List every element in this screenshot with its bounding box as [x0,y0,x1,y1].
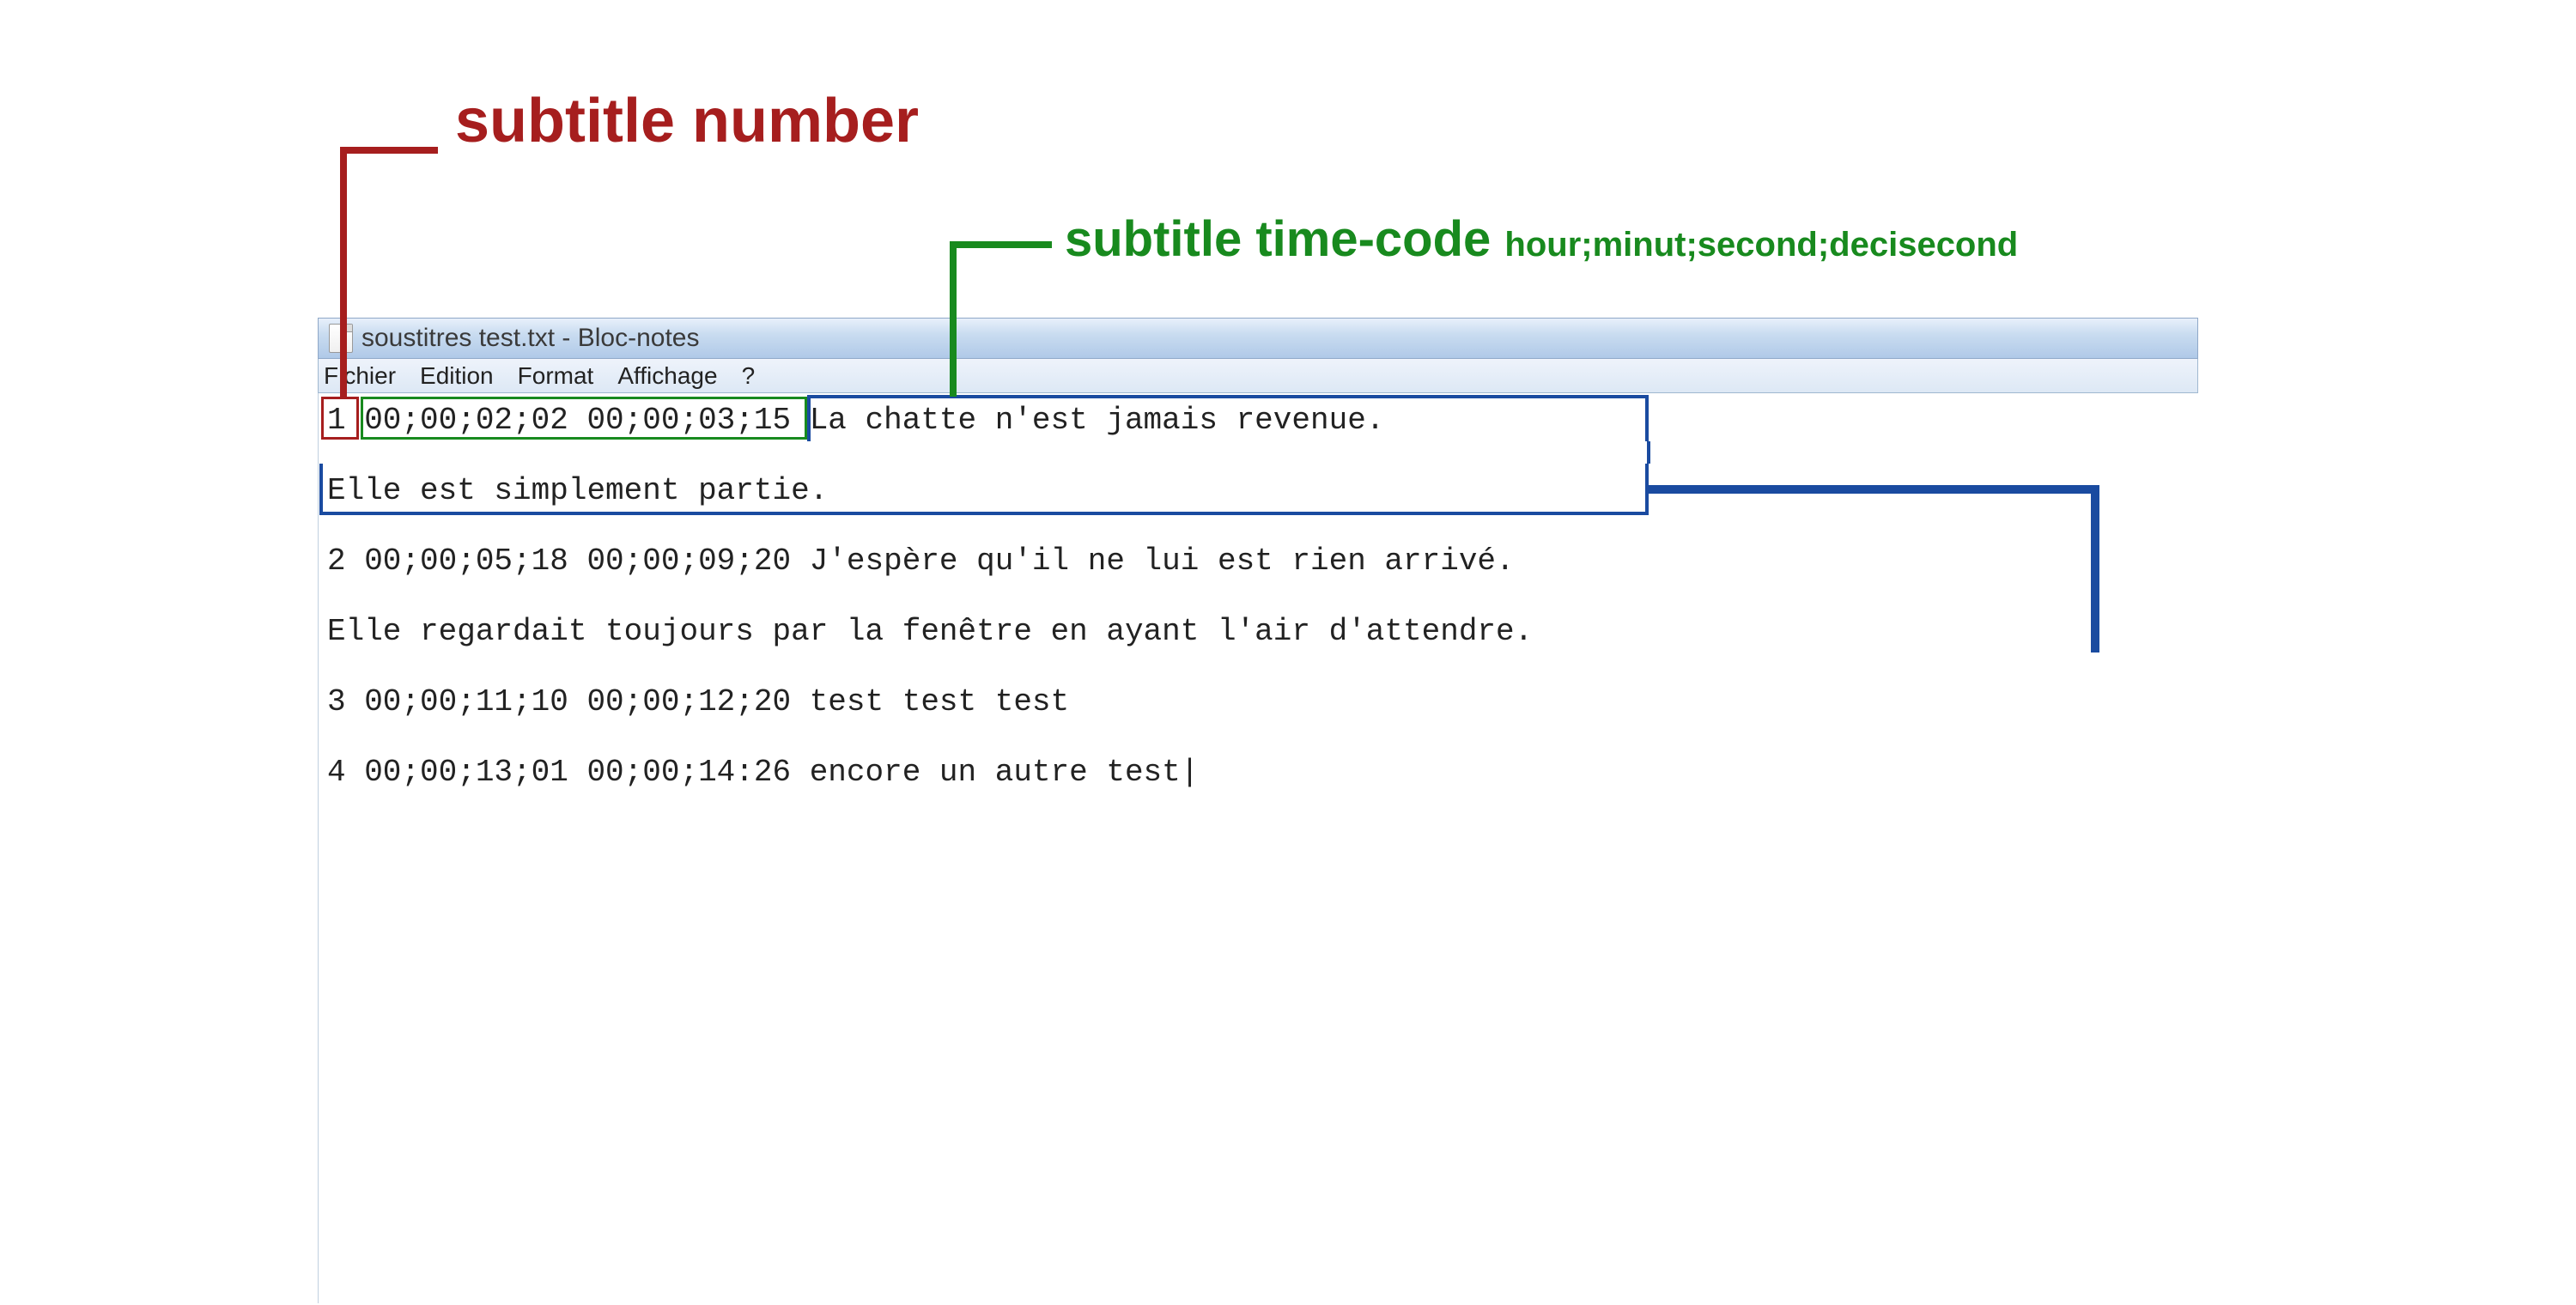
menu-affichage[interactable]: Affichage [617,362,717,390]
window-titlebar[interactable]: soustitres test.txt - Bloc-notes [318,318,2198,359]
highlight-subtitle-number [321,397,359,440]
annotation-subtitle-timecode: subtitle time-code hour;minut;second;dec… [1065,210,2018,268]
annotation-subtitle-timecode-main: subtitle time-code [1065,211,1491,267]
window-title: soustitres test.txt - Bloc-notes [361,324,699,353]
menu-format[interactable]: Format [518,362,594,390]
highlight-subtitle-timecode [361,397,807,440]
menu-fichier[interactable]: Fichier [324,362,396,390]
subtitle-line-2-continuation: Elle regardait toujours par la fenêtre e… [319,611,2198,652]
highlight-text-top [807,395,1649,441]
subtitle-line-4: 4 00;00;13;01 00;00;14:26 encore un autr… [319,752,2198,793]
annotation-subtitle-timecode-detail: hour;minut;second;decisecond [1504,226,2018,264]
highlight-text-bottom [319,464,1649,515]
menu-edition[interactable]: Edition [420,362,494,390]
subtitle-line-3: 3 00;00;11;10 00;00;12;20 test test test [319,682,2198,723]
menu-bar: Fichier Edition Format Affichage ? [318,359,2198,393]
notepad-content[interactable]: 1 00;00;02;02 00;00;03;15 La chatte n'es… [318,393,2198,1303]
file-icon [329,324,353,353]
subtitle-line-2: 2 00;00;05;18 00;00;09;20 J'espère qu'il… [319,541,2198,582]
menu-help[interactable]: ? [742,362,756,390]
annotation-subtitle-number: subtitle number [455,86,919,156]
